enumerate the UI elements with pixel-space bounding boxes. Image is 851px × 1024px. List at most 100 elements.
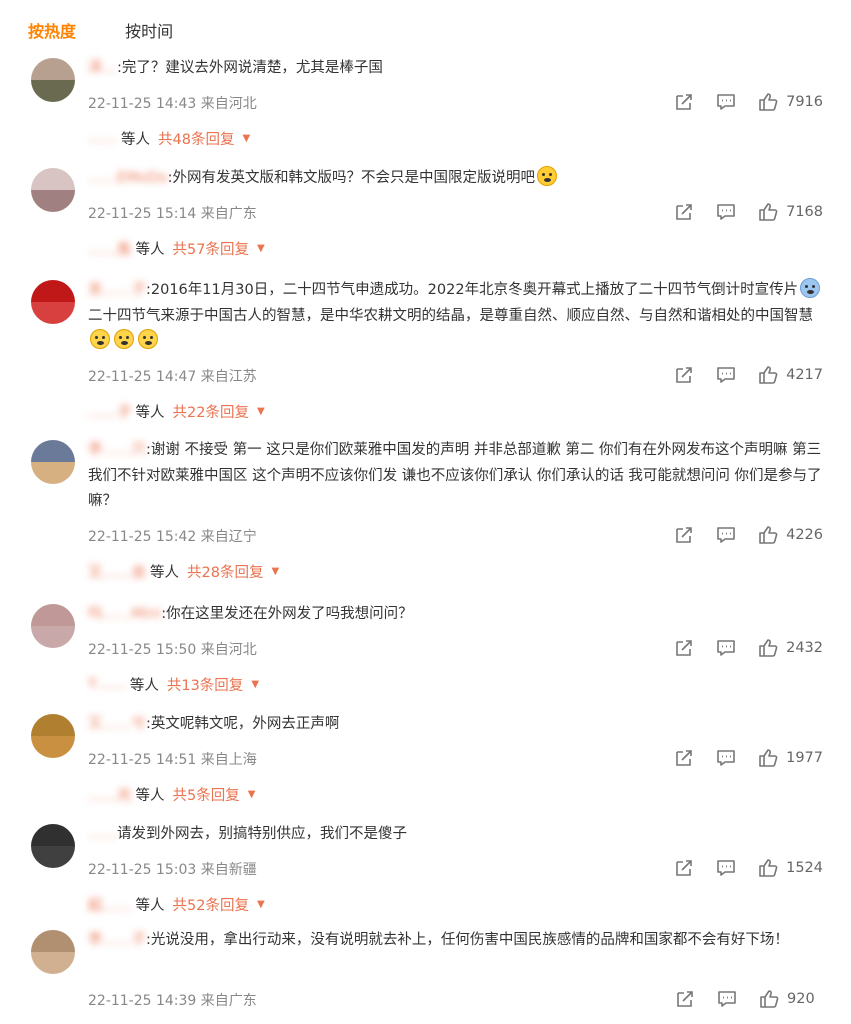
comment-icon[interactable] bbox=[716, 638, 736, 658]
chevron-down-icon: ▼ bbox=[271, 565, 280, 577]
reply-count-link[interactable]: 共13条回复 bbox=[167, 674, 243, 695]
comment-text: 李……只:谢谢 不接受 第一 这只是你们欧莱雅中国发的声明 并非总部道歉 第二 … bbox=[88, 442, 822, 509]
like-icon[interactable] bbox=[758, 202, 778, 222]
comment-icon[interactable] bbox=[716, 202, 736, 222]
share-icon[interactable] bbox=[674, 202, 694, 222]
comment-text: 又……兮:英文呢韩文呢，外网去正声啊 bbox=[88, 716, 340, 732]
reply-suffix: 等人 bbox=[135, 241, 165, 258]
comment-icon[interactable] bbox=[716, 858, 736, 878]
avatar[interactable] bbox=[31, 714, 75, 758]
reply-summary[interactable]: ……子 等人 共22条回复 ▼ bbox=[88, 401, 265, 422]
chevron-down-icon: ▼ bbox=[251, 678, 260, 690]
comment-meta: 22-11-25 14:39 来自广东 bbox=[88, 993, 257, 1009]
comment-text: 泽…:完了？建议去外网说清楚，尤其是棒子国 bbox=[88, 60, 383, 76]
avatar[interactable] bbox=[31, 824, 75, 868]
comment-meta: 22-11-25 15:50 来自河北 bbox=[88, 641, 257, 658]
like-icon[interactable] bbox=[758, 92, 778, 112]
like-icon[interactable] bbox=[758, 638, 778, 658]
avatar[interactable] bbox=[31, 280, 75, 324]
reply-summary[interactable]: 又……会 等人 共28条回复 ▼ bbox=[88, 561, 279, 582]
comment-icon[interactable] bbox=[716, 92, 736, 112]
emoji-icon bbox=[114, 329, 134, 349]
comment-actions: 1977 bbox=[652, 746, 823, 770]
like-icon[interactable] bbox=[758, 365, 778, 385]
reply-count-link[interactable]: 共28条回复 bbox=[187, 561, 263, 582]
comment-body: ……请发到外网去，别搞特别供应，我们不是傻子 bbox=[88, 822, 828, 848]
reply-count-link[interactable]: 共57条回复 bbox=[173, 238, 249, 259]
comment-text: 吗……Mini:你在这里发还在外网发了吗我想问问？ bbox=[88, 606, 413, 622]
share-icon[interactable] bbox=[674, 365, 694, 385]
username[interactable]: 吗……Mini bbox=[88, 606, 161, 622]
comment-actions: 920 bbox=[653, 987, 823, 1011]
reply-count-link[interactable]: 共52条回复 bbox=[173, 894, 249, 915]
reply-summary[interactable]: 起…… 等人 共52条回复 ▼ bbox=[88, 894, 265, 915]
reply-summary[interactable]: …… 等人 共48条回复 ▼ bbox=[88, 128, 250, 149]
like-count: 7916 bbox=[786, 93, 823, 110]
reply-count-link[interactable]: 共22条回复 bbox=[173, 401, 249, 422]
comment-actions: 4226 bbox=[652, 523, 823, 547]
username[interactable]: 又……兮 bbox=[88, 716, 146, 732]
reply-count-link[interactable]: 共48条回复 bbox=[158, 128, 234, 149]
share-icon[interactable] bbox=[674, 858, 694, 878]
like-count: 1977 bbox=[786, 749, 823, 766]
comment-meta: 22-11-25 14:47 来自江苏 bbox=[88, 368, 257, 385]
reply-suffix: 等人 bbox=[121, 131, 150, 148]
avatar[interactable] bbox=[31, 168, 75, 212]
share-icon[interactable] bbox=[674, 638, 694, 658]
reply-suffix: 等人 bbox=[135, 404, 165, 421]
comment-body: 发……子:2016年11月30日，二十四节气申遗成功。2022年北京冬奥开幕式上… bbox=[88, 278, 828, 355]
comment-icon[interactable] bbox=[716, 365, 736, 385]
share-icon[interactable] bbox=[674, 748, 694, 768]
share-icon[interactable] bbox=[675, 989, 695, 1009]
comment-body: 吗……Mini:你在这里发还在外网发了吗我想问问？ bbox=[88, 602, 828, 628]
chevron-down-icon: ▼ bbox=[256, 242, 265, 254]
like-count: 4226 bbox=[786, 526, 823, 543]
comment-icon[interactable] bbox=[716, 748, 736, 768]
reply-usernames: 又……会 bbox=[88, 564, 146, 581]
like-count: 1524 bbox=[786, 859, 823, 876]
comment-text: 发……子:2016年11月30日，二十四节气申遗成功。2022年北京冬奥开幕式上… bbox=[88, 278, 828, 355]
comment-actions: 1524 bbox=[652, 856, 823, 880]
like-count: 7168 bbox=[786, 203, 823, 220]
like-icon[interactable] bbox=[758, 748, 778, 768]
like-icon[interactable] bbox=[758, 525, 778, 545]
comment-actions: 2432 bbox=[652, 636, 823, 660]
username[interactable]: …… bbox=[88, 826, 117, 842]
share-icon[interactable] bbox=[674, 92, 694, 112]
avatar[interactable] bbox=[31, 58, 75, 102]
comment-text: 李……子:光说没用，拿出行动来，没有说明就去补上，任何伤害中国民族感情的品牌和国… bbox=[88, 932, 789, 948]
avatar[interactable] bbox=[31, 604, 75, 648]
username[interactable]: 李……只 bbox=[88, 442, 146, 458]
emoji-icon bbox=[536, 166, 557, 186]
like-count: 920 bbox=[787, 991, 815, 1007]
avatar[interactable] bbox=[31, 440, 75, 484]
reply-summary[interactable]: ……鱼 等人 共57条回复 ▼ bbox=[88, 238, 265, 259]
like-icon[interactable] bbox=[759, 989, 779, 1009]
reply-usernames: 起…… bbox=[88, 897, 132, 914]
username[interactable]: 李……子 bbox=[88, 932, 146, 948]
comment-body: ……EMoDo:外网有发英文版和韩文版吗？不会只是中国限定版说明吧 bbox=[88, 166, 828, 192]
like-icon[interactable] bbox=[758, 858, 778, 878]
reply-summary[interactable]: Y…… 等人 共13条回复 ▼ bbox=[88, 674, 259, 695]
avatar[interactable] bbox=[31, 930, 75, 974]
like-count: 4217 bbox=[786, 366, 823, 383]
comment-icon[interactable] bbox=[716, 525, 736, 545]
comment-body: 泽…:完了？建议去外网说清楚，尤其是棒子国 bbox=[88, 56, 828, 82]
tab-sort-by-time[interactable]: 按时间 bbox=[125, 18, 173, 42]
sort-tabs: 按热度 按时间 bbox=[28, 18, 217, 42]
reply-usernames: ……鱼 bbox=[88, 241, 132, 258]
reply-usernames: ……光 bbox=[88, 787, 132, 804]
username[interactable]: ……EMoDo bbox=[88, 170, 168, 186]
comment-text: ……请发到外网去，别搞特别供应，我们不是傻子 bbox=[88, 826, 407, 842]
like-count: 2432 bbox=[786, 639, 823, 656]
username[interactable]: 发……子 bbox=[88, 282, 146, 298]
comment-meta: 22-11-25 15:42 来自辽宁 bbox=[88, 528, 257, 545]
username[interactable]: 泽… bbox=[88, 60, 117, 76]
reply-summary[interactable]: ……光 等人 共5条回复 ▼ bbox=[88, 784, 255, 805]
comment-actions: 4217 bbox=[652, 363, 823, 387]
comment-icon[interactable] bbox=[717, 989, 737, 1009]
comment-body: 李……只:谢谢 不接受 第一 这只是你们欧莱雅中国发的声明 并非总部道歉 第二 … bbox=[88, 438, 828, 515]
share-icon[interactable] bbox=[674, 525, 694, 545]
tab-sort-by-hot[interactable]: 按热度 bbox=[28, 18, 76, 42]
reply-count-link[interactable]: 共5条回复 bbox=[173, 784, 240, 805]
